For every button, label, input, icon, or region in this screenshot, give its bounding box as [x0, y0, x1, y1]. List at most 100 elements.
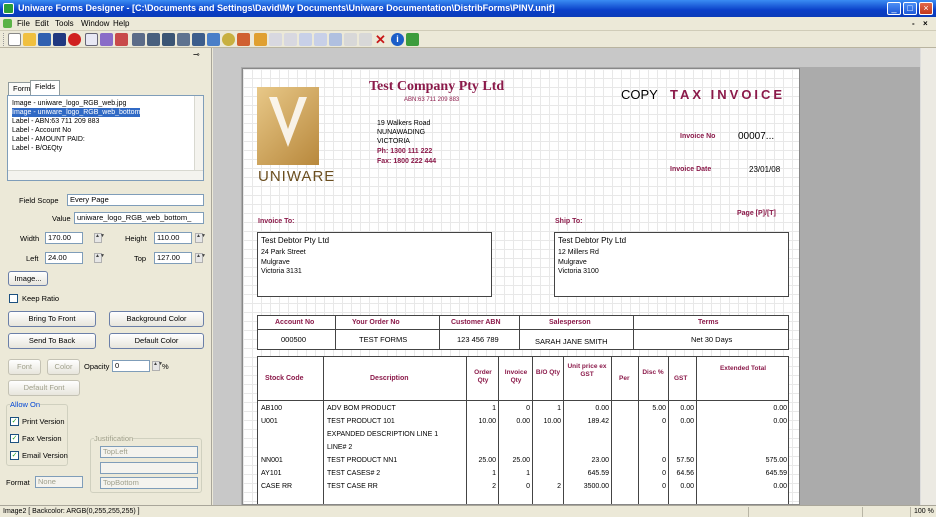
table-cell[interactable]: 0.00: [697, 483, 787, 490]
table-cell[interactable]: 0: [639, 457, 666, 464]
summary-value[interactable]: TEST FORMS: [359, 335, 407, 344]
table-cell[interactable]: 0: [499, 405, 530, 412]
table-cell[interactable]: 2: [467, 483, 496, 490]
col-header[interactable]: B/O Qty: [534, 369, 562, 377]
list-item-selected[interactable]: Image - uniware_logo_RGB_web_bottom: [12, 108, 141, 117]
table-cell[interactable]: 645.59: [697, 470, 787, 477]
tab-fields[interactable]: Fields: [30, 80, 61, 95]
table-cell[interactable]: 64.56: [669, 470, 694, 477]
table-cell[interactable]: AY101: [261, 470, 321, 477]
undo-icon[interactable]: [269, 33, 282, 46]
table-cell[interactable]: TEST PRODUCT NN1: [327, 457, 465, 464]
pointer-icon[interactable]: [254, 33, 267, 46]
summary-header[interactable]: Account No: [275, 319, 314, 326]
list-item[interactable]: Label - Account No: [12, 126, 71, 135]
grid-icon[interactable]: [147, 33, 160, 46]
table-cell[interactable]: 25.00: [499, 457, 530, 464]
font-button[interactable]: Font: [8, 359, 41, 375]
table-cell[interactable]: LINE# 2: [327, 444, 465, 451]
delete-x-icon[interactable]: ✕: [374, 33, 387, 46]
menu-edit[interactable]: Edit: [35, 18, 49, 30]
table-cell[interactable]: 10.00: [467, 418, 496, 425]
invoice-to-box[interactable]: Test Debtor Pty Ltd 24 Park Street Mulgr…: [257, 232, 492, 297]
page-number[interactable]: Page [P]/[T]: [737, 210, 776, 217]
paste-icon[interactable]: [359, 33, 372, 46]
invoice-date-value[interactable]: 23/01/08: [749, 165, 780, 174]
table-cell[interactable]: 10.00: [533, 418, 561, 425]
table-cell[interactable]: 5.00: [639, 405, 666, 412]
mdi-minimize-button[interactable]: -: [912, 18, 915, 30]
field-scope-select[interactable]: Every Page: [67, 194, 204, 206]
table-cell[interactable]: 1: [467, 470, 496, 477]
col-header[interactable]: GST: [674, 375, 687, 382]
table-cell[interactable]: 0.00: [697, 418, 787, 425]
invoice-no-label[interactable]: Invoice No: [680, 133, 715, 140]
table-cell[interactable]: 1: [467, 405, 496, 412]
table-cell[interactable]: EXPANDED DESCRIPTION LINE 1: [327, 431, 465, 438]
list-item[interactable]: Label - AMOUNT PAID:: [12, 135, 85, 144]
menu-help[interactable]: Help: [113, 18, 129, 30]
table-cell[interactable]: 0.00: [697, 405, 787, 412]
email-version-checkbox[interactable]: ✓: [10, 451, 19, 460]
image-icon[interactable]: [192, 33, 205, 46]
send-to-back-button[interactable]: Send To Back: [8, 333, 96, 349]
width-spinner[interactable]: ▲▼: [94, 233, 105, 243]
default-font-button[interactable]: Default Font: [8, 380, 80, 396]
new-icon[interactable]: [8, 33, 21, 46]
table-cell[interactable]: 189.42: [564, 418, 609, 425]
delete-icon[interactable]: [68, 33, 81, 46]
table-cell[interactable]: 645.59: [564, 470, 609, 477]
table-cell[interactable]: 0: [499, 483, 530, 490]
table-cell[interactable]: TEST PRODUCT 101: [327, 418, 465, 425]
exit-icon[interactable]: [406, 33, 419, 46]
table-cell[interactable]: 57.50: [669, 457, 694, 464]
table-cell[interactable]: 3500.00: [564, 483, 609, 490]
minimize-button[interactable]: _: [887, 2, 901, 15]
info-icon[interactable]: i: [391, 33, 404, 46]
col-header[interactable]: Disc %: [641, 369, 665, 377]
list-hscrollbar[interactable]: [8, 170, 203, 180]
col-header[interactable]: Description: [370, 375, 409, 382]
uniware-logo-image[interactable]: [257, 87, 319, 165]
summary-value[interactable]: Net 30 Days: [691, 335, 732, 344]
company-abn[interactable]: ABN:63 711 209 883: [404, 97, 459, 103]
copy-icon[interactable]: [344, 33, 357, 46]
opacity-input[interactable]: 0: [112, 360, 150, 372]
table-cell[interactable]: TEST CASE RR: [327, 483, 465, 490]
open-icon[interactable]: [23, 33, 36, 46]
height-spinner[interactable]: ▲▼: [195, 233, 206, 243]
tax-invoice-title[interactable]: TAX INVOICE: [670, 87, 785, 102]
table-icon[interactable]: [162, 33, 175, 46]
table-cell[interactable]: 0.00: [499, 418, 530, 425]
col-header[interactable]: Extended Total: [711, 365, 775, 373]
print-version-checkbox[interactable]: ✓: [10, 417, 19, 426]
table-cell[interactable]: 0.00: [669, 405, 694, 412]
company-name[interactable]: Test Company Pty Ltd: [369, 79, 504, 95]
col-header[interactable]: Order Qty: [469, 369, 497, 385]
summary-value[interactable]: 000500: [281, 335, 306, 344]
top-spinner[interactable]: ▲▼: [195, 253, 206, 263]
table-cell[interactable]: 0: [639, 418, 666, 425]
table-cell[interactable]: TEST CASES# 2: [327, 470, 465, 477]
default-color-button[interactable]: Default Color: [109, 333, 204, 349]
company-phone[interactable]: Ph: 1300 111 222: [377, 148, 432, 155]
table-cell[interactable]: 0: [639, 483, 666, 490]
copy-label[interactable]: COPY: [621, 87, 658, 102]
width-input[interactable]: 170.00: [45, 232, 83, 244]
left-spinner[interactable]: ▲▼: [94, 253, 105, 263]
table-cell[interactable]: U001: [261, 418, 321, 425]
address-line-3[interactable]: VICTORIA: [377, 138, 410, 145]
list-item[interactable]: Image - uniware_logo_RGB_web.jpg: [12, 99, 126, 108]
list-vscrollbar[interactable]: [194, 96, 203, 170]
table-cell[interactable]: CASE RR: [261, 483, 321, 490]
background-color-button[interactable]: Background Color: [109, 311, 204, 327]
wand-icon[interactable]: [329, 33, 342, 46]
company-fax[interactable]: Fax: 1800 222 444: [377, 158, 436, 165]
print-preview-icon[interactable]: [85, 33, 98, 46]
table-cell[interactable]: 0: [639, 470, 666, 477]
color-button[interactable]: Color: [47, 359, 80, 375]
col-header[interactable]: Unit price ex GST: [567, 363, 607, 379]
keep-ratio-checkbox[interactable]: [9, 294, 18, 303]
image-button[interactable]: Image...: [8, 271, 48, 286]
summary-header[interactable]: Your Order No: [352, 319, 400, 326]
